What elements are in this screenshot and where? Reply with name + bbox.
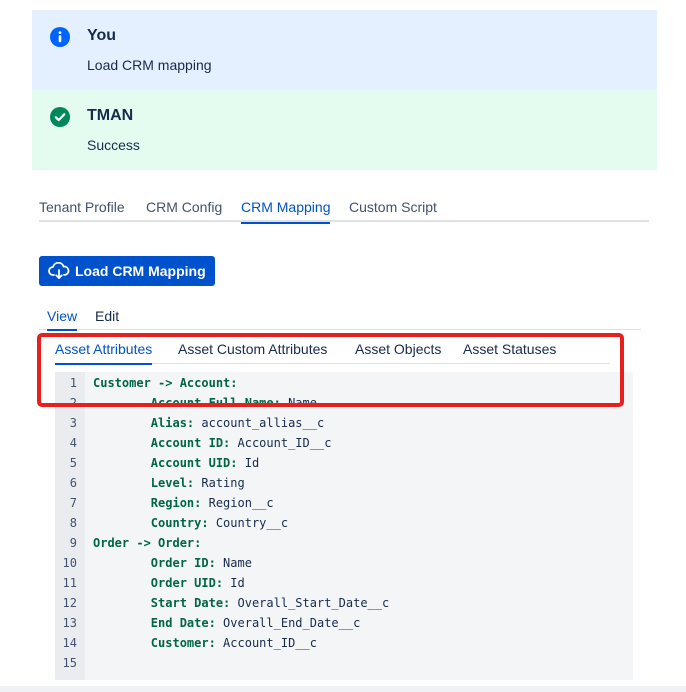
code-line: 9 Order -> Order: (55, 533, 633, 553)
load-crm-mapping-label: Load CRM Mapping (75, 263, 206, 279)
line-number: 6 (69, 476, 77, 490)
code-value: Region__c (201, 496, 274, 510)
code-value: Id (237, 456, 260, 470)
code-text: Order -> Order: (93, 533, 201, 553)
tab-tenant-profile[interactable]: Tenant Profile (39, 198, 125, 222)
code-key: Region: (150, 496, 202, 510)
message-text: Success (87, 137, 140, 153)
tab-asset-objects[interactable]: Asset Objects (355, 341, 441, 364)
message-sender: TMAN (87, 107, 134, 124)
code-text: Country: Country__c (93, 513, 288, 533)
line-number: 15 (62, 656, 77, 670)
bottom-bar (0, 686, 686, 692)
code-line: 12 Start Date: Overall_Start_Date__c (55, 593, 633, 613)
code-text: Start Date: Overall_Start_Date__c (93, 593, 389, 613)
tab-asset-custom-attributes[interactable]: Asset Custom Attributes (178, 341, 327, 364)
line-number: 13 (62, 616, 77, 630)
check-circle-icon (50, 107, 70, 127)
code-line: 6 Level: Rating (55, 473, 633, 493)
line-number: 2 (69, 396, 77, 410)
code-value: Name (280, 396, 317, 410)
code-line: 13 End Date: Overall_End_Date__c (55, 613, 633, 633)
code-text: Order ID: Name (93, 553, 252, 573)
code-key: Start Date: (150, 596, 231, 610)
code-line: 7 Region: Region__c (55, 493, 633, 513)
line-number: 8 (69, 516, 77, 530)
code-value: Account_ID__c (215, 636, 317, 650)
code-text: Account UID: Id (93, 453, 259, 473)
cloud-download-icon (48, 262, 70, 280)
view-edit-tab-bar: View Edit (39, 308, 641, 331)
tab-asset-attributes[interactable]: Asset Attributes (55, 341, 153, 365)
code-line: 3 Alias: account_allias__c (55, 413, 633, 433)
line-number: 3 (69, 416, 77, 430)
code-key: Level: (150, 476, 195, 490)
message-you: You Load CRM mapping (32, 10, 657, 90)
load-crm-mapping-button[interactable]: Load CRM Mapping (39, 256, 215, 286)
code-line: 1 Customer -> Account: (55, 373, 633, 393)
code-value: account_allias__c (194, 416, 325, 430)
code-key: Account UID: (150, 456, 238, 470)
code-key: Account ID: (150, 436, 231, 450)
line-number: 1 (69, 376, 77, 390)
code-text: Account ID: Account_ID__c (93, 433, 332, 453)
message-text: Load CRM mapping (87, 57, 212, 73)
asset-tab-bar: Asset Attributes Asset Custom Attributes… (55, 341, 610, 365)
tab-view[interactable]: View (47, 308, 78, 331)
line-number: 5 (69, 456, 77, 470)
code-key: Country: (150, 516, 209, 530)
line-number: 9 (69, 536, 77, 550)
tab-asset-statuses[interactable]: Asset Statuses (463, 341, 556, 364)
code-key: Customer -> Account: (93, 376, 238, 390)
code-value: Rating (194, 476, 245, 490)
info-icon (50, 27, 70, 47)
code-value: Name (215, 556, 252, 570)
code-key: Customer: (150, 636, 216, 650)
code-text: Alias: account_allias__c (93, 413, 324, 433)
message-sender: You (87, 27, 117, 44)
message-tman: TMAN Success (32, 90, 657, 170)
line-number: 4 (69, 436, 77, 450)
code-viewer[interactable]: 1 Customer -> Account: 2 Account Full Name… (55, 372, 633, 680)
code-text: Order UID: Id (93, 573, 245, 593)
code-key: End Date: (150, 616, 216, 630)
code-line: 5 Account UID: Id (55, 453, 633, 473)
tab-crm-mapping[interactable]: CRM Mapping (241, 198, 331, 224)
code-key: Order UID: (150, 576, 224, 590)
code-line: 14 Customer: Account_ID__c (55, 633, 633, 653)
code-key: Order -> Order: (93, 536, 202, 550)
code-value: Account_ID__c (230, 436, 332, 450)
code-text: Account Full Name: Name (93, 393, 317, 413)
code-key: Alias: (150, 416, 195, 430)
tab-custom-script[interactable]: Custom Script (349, 198, 437, 222)
line-number: 12 (62, 596, 77, 610)
code-line: 10 Order ID: Name (55, 553, 633, 573)
code-line: 4 Account ID: Account_ID__c (55, 433, 633, 453)
code-line: 11 Order UID: Id (55, 573, 633, 593)
code-text: Customer: Account_ID__c (93, 633, 317, 653)
line-number: 10 (62, 556, 77, 570)
code-text: End Date: Overall_End_Date__c (93, 613, 361, 633)
code-value: Overall_End_Date__c (215, 616, 361, 630)
main-tab-bar: Tenant Profile CRM Config CRM Mapping Cu… (39, 198, 649, 224)
line-number: 14 (62, 636, 77, 650)
line-number: 11 (62, 576, 77, 590)
code-value: Overall_Start_Date__c (230, 596, 390, 610)
code-text: Customer -> Account: (93, 373, 238, 393)
code-line: 2 Account Full Name: Name (55, 393, 633, 413)
code-line: 15 (55, 653, 633, 673)
code-text: Level: Rating (93, 473, 245, 493)
line-number: 7 (69, 496, 77, 510)
code-value: Id (223, 576, 245, 590)
code-key: Account Full Name: (150, 396, 281, 410)
code-text: Region: Region__c (93, 493, 274, 513)
code-value: Country__c (208, 516, 289, 530)
tab-edit[interactable]: Edit (95, 308, 119, 330)
code-line: 8 Country: Country__c (55, 513, 633, 533)
code-key: Order ID: (150, 556, 216, 570)
tab-crm-config[interactable]: CRM Config (146, 198, 222, 222)
